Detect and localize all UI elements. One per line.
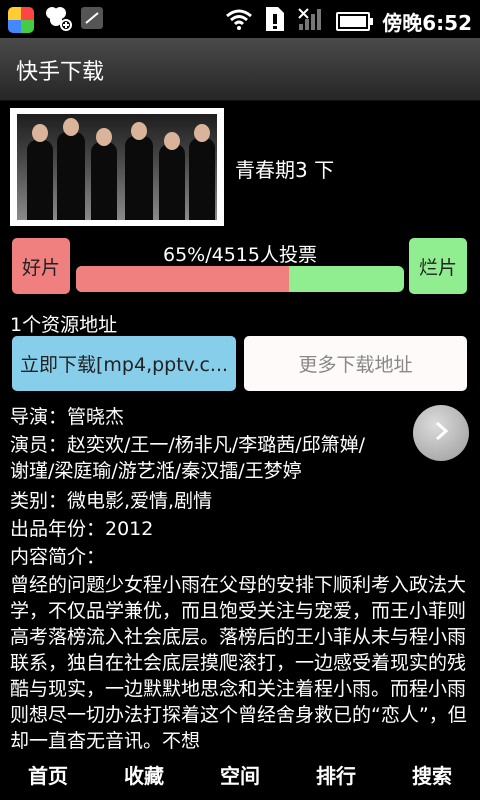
vote-summary: 65%/4515人投票 bbox=[163, 244, 317, 266]
clover-icon bbox=[42, 4, 72, 36]
vote-ratio-bar bbox=[76, 266, 404, 292]
synopsis-text: 曾经的问题少女程小雨在父母的安排下顺利考入政法大学，不仅品学兼优，而且饱受关注与… bbox=[10, 574, 467, 752]
resource-count: 1个资源地址 bbox=[10, 314, 118, 336]
title-bar: 快手下载 bbox=[0, 38, 480, 101]
synopsis-label: 内容简介： bbox=[10, 546, 106, 568]
sim-alert-icon bbox=[264, 6, 286, 36]
system-icons: 傍晚6:52 bbox=[226, 6, 472, 36]
wifi-icon bbox=[226, 8, 253, 34]
year-line: 出品年份：2012 bbox=[10, 518, 154, 540]
bottom-nav: 首页 收藏 空间 排行 搜索 bbox=[0, 756, 480, 800]
notification-icons bbox=[8, 4, 104, 36]
signal-icon bbox=[298, 7, 324, 35]
nav-search[interactable]: 搜索 bbox=[384, 756, 480, 800]
movie-title: 青春期3 下 bbox=[235, 158, 335, 182]
dialer-icon bbox=[80, 6, 104, 34]
status-time: 傍晚6:52 bbox=[382, 10, 472, 35]
next-button[interactable] bbox=[413, 405, 469, 461]
status-bar: 傍晚6:52 bbox=[0, 0, 480, 38]
actors-line-1: 演员：赵奕欢/王一/杨非凡/李璐茜/邱箫婵/ bbox=[10, 434, 366, 456]
bad-vote-button[interactable]: 烂片 bbox=[409, 238, 467, 294]
nav-space[interactable]: 空间 bbox=[192, 756, 288, 800]
nav-favorites[interactable]: 收藏 bbox=[96, 756, 192, 800]
nav-home[interactable]: 首页 bbox=[0, 756, 96, 800]
next-arrow-icon bbox=[429, 419, 453, 447]
nav-ranking[interactable]: 排行 bbox=[288, 756, 384, 800]
actors-line-2: 谢瑾/梁庭瑜/游艺湉/秦汉擂/王梦婷 bbox=[10, 460, 302, 482]
movie-poster[interactable] bbox=[10, 108, 224, 226]
download-now-button[interactable]: 立即下载[mp4,pptv.c... bbox=[12, 336, 236, 391]
app-icon bbox=[8, 7, 34, 33]
director-line: 导演：管晓杰 bbox=[10, 406, 125, 428]
battery-icon bbox=[336, 11, 374, 31]
category-line: 类别：微电影,爱情,剧情 bbox=[10, 490, 213, 512]
good-vote-button[interactable]: 好片 bbox=[12, 238, 70, 294]
poster-image bbox=[17, 114, 217, 220]
vote-good-fill bbox=[76, 266, 290, 292]
more-download-links-button[interactable]: 更多下载地址 bbox=[244, 336, 467, 391]
page-title: 快手下载 bbox=[16, 60, 105, 85]
